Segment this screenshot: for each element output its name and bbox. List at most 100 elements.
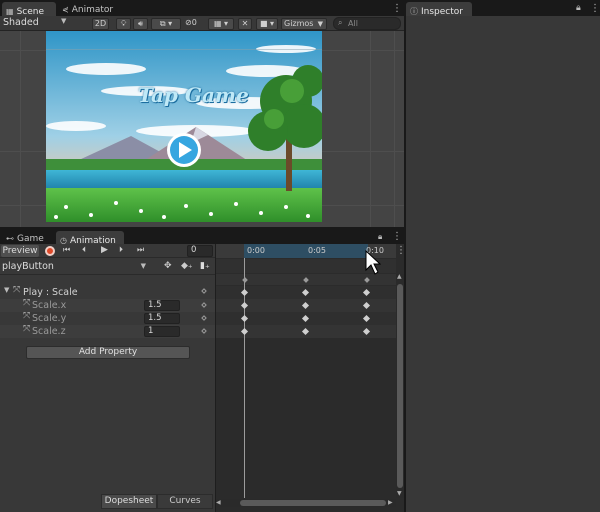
prev-keyframe-icon[interactable]: ⏴ <box>82 245 86 255</box>
scroll-right-arrow-icon[interactable]: ▶ <box>388 499 393 506</box>
kebab-menu-icon[interactable]: ⋮ <box>392 231 402 242</box>
scene-view[interactable]: Tap Game <box>0 31 404 227</box>
vertical-scrollbar[interactable]: ▲ ▼ <box>396 273 404 498</box>
hidden-count: 0 <box>191 18 197 27</box>
tab-inspector[interactable]: ⓘ Inspector <box>406 2 472 17</box>
scene-tab-bar: ▦ Scene ⋞ Animator ⋮ <box>0 0 404 17</box>
camera-frame <box>46 49 322 50</box>
scrollbar-thumb[interactable] <box>397 284 403 488</box>
scrollbar-thumb[interactable] <box>240 500 386 506</box>
tab-dopesheet[interactable]: Dopesheet <box>101 494 157 509</box>
mouse-cursor-icon <box>365 250 381 275</box>
crossed-tools-icon: ✕ <box>241 19 249 28</box>
lightbulb-icon: 💡︎ <box>120 19 127 28</box>
event-marker-icon[interactable]: ▮₊ <box>200 261 210 271</box>
last-keyframe-icon[interactable]: ⏭ <box>137 245 144 255</box>
effects-dropdown[interactable]: ⧉ ▾ <box>151 18 181 30</box>
add-keyframe-icon[interactable]: ✥ <box>164 261 172 271</box>
inspector-tab-bar: ⓘ Inspector 🔒︎ ⋮ <box>406 0 600 17</box>
property-row[interactable]: ⤧ Scale.z 1 <box>0 324 215 338</box>
hierarchy-search-field[interactable]: ⌕ All <box>333 17 401 30</box>
tab-curves[interactable]: Curves <box>157 494 213 509</box>
expand-arrow-icon: ▼ <box>4 286 10 294</box>
chevron-down-icon: ▼ <box>140 262 146 270</box>
speaker-icon: 🔊︎ <box>137 19 144 28</box>
lock-icon[interactable]: 🔒︎ <box>378 232 382 242</box>
tab-animator-label: Animator <box>71 5 114 15</box>
keyframe-diamond-icon[interactable] <box>201 288 207 294</box>
add-event-icon[interactable]: ◆₊ <box>181 261 193 271</box>
keyframe-diamond-icon[interactable] <box>201 315 207 321</box>
play-icon[interactable]: ▶ <box>101 245 108 255</box>
property-row[interactable]: ⤧ Scale.y 1.5 <box>0 311 215 325</box>
keyframe-diamond-icon[interactable] <box>201 302 207 308</box>
scale-icon: ⤧ <box>13 285 21 295</box>
tab-game-label: Game <box>17 234 44 244</box>
clip-row: playButton ▼ ✥ ◆₊ ▮₊ <box>0 259 215 275</box>
dopesheet-timeline[interactable]: 0:00 0:05 0:10 ⋮ ▲ ▼ ◀ ▶ <box>215 244 406 512</box>
playback-controls: Preview ⏮ ⏴ ▶ ⏵ ⏭ 0 <box>0 244 215 258</box>
animator-icon: ⋞ <box>62 5 69 14</box>
effects-icon: ⧉ ▾ <box>159 19 173 28</box>
chevron-down-icon: ▼ <box>317 20 323 28</box>
frame-field[interactable]: 0 <box>187 245 213 257</box>
scroll-down-arrow-icon[interactable]: ▼ <box>397 490 402 497</box>
tab-scene[interactable]: ▦ Scene <box>2 2 56 17</box>
inspector-body <box>406 16 600 512</box>
camera-icon: ■ ▾ <box>259 19 275 28</box>
gizmos-dropdown[interactable]: Gizmos ▼ <box>281 18 327 30</box>
scroll-left-arrow-icon[interactable]: ◀ <box>216 499 221 506</box>
tab-animation[interactable]: ◷ Animation <box>56 231 124 246</box>
kebab-menu-icon[interactable]: ⋮ <box>392 3 402 14</box>
next-keyframe-icon[interactable]: ⏵ <box>119 245 123 255</box>
tab-game[interactable]: ⊷ Game <box>2 231 54 245</box>
animation-left-panel: Preview ⏮ ⏴ ▶ ⏵ ⏭ 0 playButton ▼ ✥ ◆₊ ▮₊… <box>0 244 215 512</box>
property-value-field[interactable]: 1.5 <box>144 313 180 324</box>
tab-animator[interactable]: ⋞ Animator <box>58 2 120 16</box>
property-label: Scale.y <box>32 313 67 324</box>
camera-dropdown[interactable]: ■ ▾ <box>256 18 278 30</box>
grid-snap-icon: ▦ ▾ <box>213 19 229 28</box>
grid-snap-dropdown[interactable]: ▦ ▾ <box>208 18 234 30</box>
property-value-field[interactable]: 1 <box>144 326 180 337</box>
lock-icon[interactable]: 🔒︎ <box>576 3 581 13</box>
clip-dropdown[interactable]: playButton ▼ <box>2 261 148 273</box>
property-group-row[interactable]: ▼ ⤧ Play : Scale <box>0 285 215 299</box>
property-label: Scale.z <box>32 326 66 337</box>
property-group-label: Play : Scale <box>23 287 78 298</box>
scale-icon: ⤧ <box>23 324 31 334</box>
gamepad-icon: ⊷ <box>6 234 14 243</box>
shading-mode-dropdown[interactable]: Shaded ▼ <box>3 17 85 30</box>
shading-mode-label: Shaded <box>3 17 39 28</box>
tick-label: 0:00 <box>247 246 265 255</box>
property-value-field[interactable]: 1.5 <box>144 300 180 311</box>
vertical-divider[interactable] <box>404 0 406 512</box>
kebab-menu-icon[interactable]: ⋮ <box>590 3 600 14</box>
audio-toggle[interactable]: 🔊︎ <box>133 18 148 30</box>
lighting-toggle[interactable]: 💡︎ <box>116 18 131 30</box>
chevron-down-icon: ▼ <box>61 17 67 25</box>
hidden-objects-toggle[interactable]: ⊘0 <box>185 18 207 30</box>
property-row[interactable]: ⤧ Scale.x 1.5 <box>0 298 215 312</box>
first-keyframe-icon[interactable]: ⏮ <box>63 245 70 255</box>
toggle-2d-button[interactable]: 2D <box>92 18 109 30</box>
keyframe-diamond-icon[interactable] <box>201 328 207 334</box>
search-placeholder: All <box>348 19 358 28</box>
kebab-menu-icon[interactable]: ⋮ <box>396 245 406 256</box>
scene-toolbar: Shaded ▼ 2D 💡︎ 🔊︎ ⧉ ▾ ⊘0 ▦ ▾ ✕ ■ ▾ Gizmo… <box>0 16 404 31</box>
gizmos-label: Gizmos <box>284 19 314 28</box>
tools-button[interactable]: ✕ <box>238 18 252 30</box>
scroll-up-arrow-icon[interactable]: ▲ <box>397 273 402 280</box>
scale-icon: ⤧ <box>23 298 31 308</box>
animation-tab-bar: ⊷ Game ◷ Animation 🔒︎ ⋮ <box>0 230 404 246</box>
record-icon[interactable] <box>45 246 55 256</box>
eye-slash-icon: ⊘ <box>185 18 192 27</box>
game-title-text: Tap Game <box>138 83 249 107</box>
game-canvas-preview <box>46 31 322 222</box>
preview-button[interactable]: Preview <box>1 245 39 257</box>
search-icon: ⌕ <box>338 18 343 27</box>
add-property-button[interactable]: Add Property <box>26 346 190 359</box>
horizontal-scrollbar[interactable]: ◀ ▶ <box>216 499 396 507</box>
property-label: Scale.x <box>32 300 67 311</box>
tick-label: 0:05 <box>308 246 326 255</box>
